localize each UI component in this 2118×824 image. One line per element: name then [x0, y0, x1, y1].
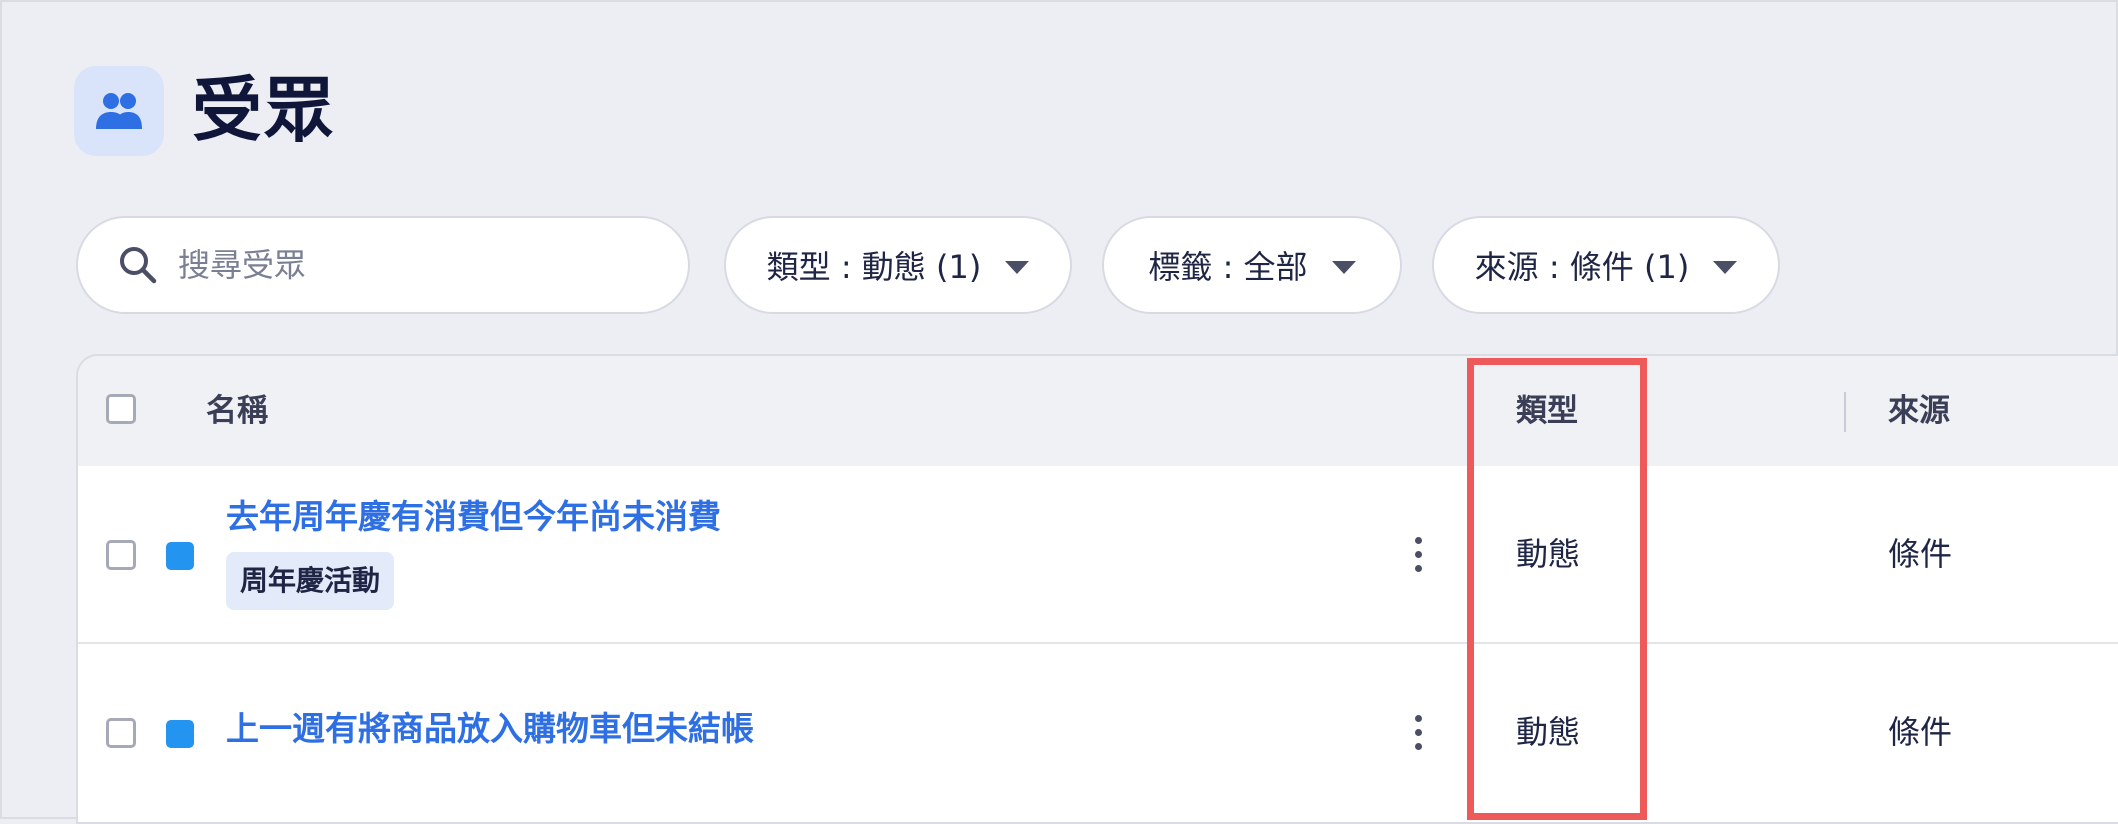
more-options-icon[interactable] [1398, 704, 1438, 760]
cell-source: 條件 [1888, 535, 1953, 573]
filter-tags-dropdown[interactable]: 標籤 : 全部 [1102, 216, 1402, 314]
audience-name-link[interactable]: 上一週有將商品放入購物車但未結帳 [226, 702, 754, 750]
table-row: 上一週有將商品放入購物車但未結帳 動態 條件 [78, 644, 2118, 820]
more-options-icon[interactable] [1398, 526, 1438, 582]
column-divider [1844, 392, 1846, 432]
search-icon [120, 247, 157, 284]
caret-down-icon [1713, 260, 1738, 274]
search-input[interactable] [176, 245, 620, 285]
table-row: 去年周年慶有消費但今年尚未消費 周年慶活動 動態 條件 [78, 466, 2118, 644]
audience-color-swatch [166, 720, 194, 748]
audience-name-link[interactable]: 去年周年慶有消費但今年尚未消費 [226, 490, 721, 538]
audience-icon-tile [74, 66, 164, 156]
search-box[interactable] [76, 216, 690, 314]
tag-chip: 周年慶活動 [226, 552, 395, 610]
column-header-name[interactable]: 名稱 [206, 356, 268, 466]
filter-source-dropdown[interactable]: 來源 : 條件 (1) [1432, 216, 1780, 314]
caret-down-icon [1005, 260, 1030, 274]
filter-type-dropdown[interactable]: 類型 : 動態 (1) [724, 216, 1072, 314]
filter-type-label: 類型 : 動態 (1) [766, 248, 982, 286]
audience-table: 名稱 類型 來源 去年周年慶有消費但今年尚未消費 周年慶活動 動態 條件 上一週… [76, 354, 2118, 824]
cell-source: 條件 [1888, 713, 1953, 751]
page-title: 受眾 [192, 69, 336, 151]
audience-group-icon [96, 93, 142, 129]
column-header-type[interactable]: 類型 [1516, 356, 1578, 466]
select-all-checkbox[interactable] [106, 394, 136, 424]
column-header-source[interactable]: 來源 [1888, 356, 1950, 466]
cell-type: 動態 [1516, 713, 1581, 751]
row-checkbox[interactable] [106, 718, 136, 748]
audience-color-swatch [166, 542, 194, 570]
cell-type: 動態 [1516, 535, 1581, 573]
filter-source-label: 來源 : 條件 (1) [1474, 248, 1690, 286]
row-checkbox[interactable] [106, 540, 136, 570]
table-header: 名稱 類型 來源 [78, 356, 2118, 466]
filter-tags-label: 標籤 : 全部 [1148, 248, 1308, 286]
caret-down-icon [1331, 260, 1356, 274]
